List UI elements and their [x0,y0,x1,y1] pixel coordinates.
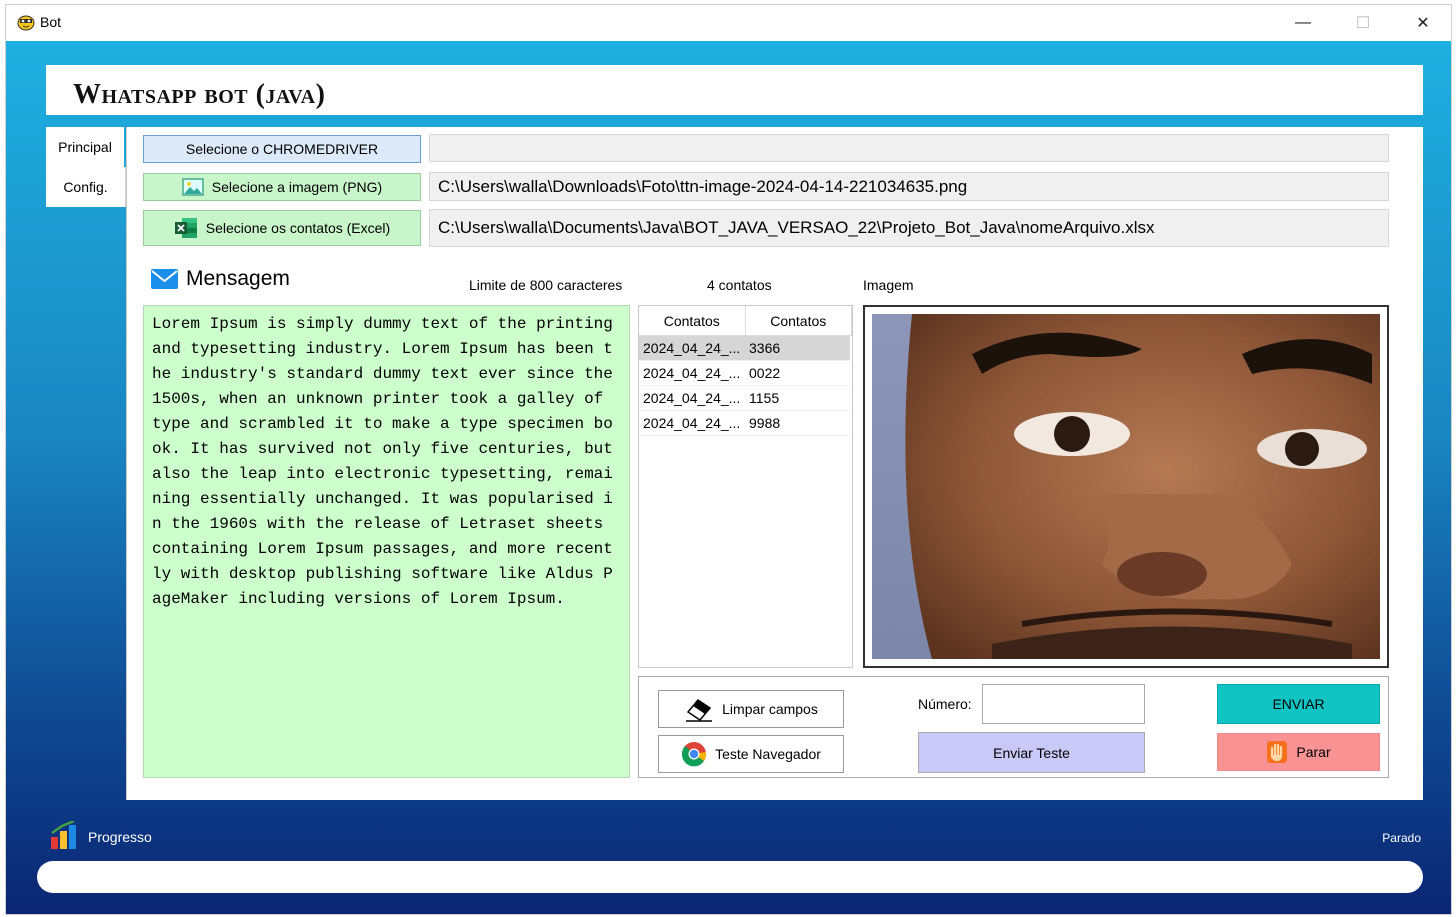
table-header: Contatos Contatos [639,306,852,336]
table-row[interactable]: 2024_04_24_... 9988 [639,411,850,436]
tab-strip: Principal Config. [46,127,126,207]
contact-name-cell: 2024_04_24_... [643,415,741,431]
number-label: Número: [918,696,972,712]
send-button[interactable]: ENVIAR [1217,684,1380,724]
message-label: Mensagem [186,267,290,290]
table-row[interactable]: 2024_04_24_... 3366 [639,336,850,361]
app-window: Bot — ☐ ✕ Whatsapp bot (java) Principal … [5,4,1452,915]
envelope-icon [151,269,178,289]
app-header: Whatsapp bot (java) [46,65,1423,121]
chromedriver-path-field[interactable] [429,134,1389,162]
tab-config[interactable]: Config. [46,167,126,207]
window-title: Bot [40,14,62,30]
test-browser-label: Teste Navegador [715,746,821,762]
status-label: Parado [1382,831,1421,845]
select-image-button[interactable]: Selecione a imagem (PNG) [143,173,421,201]
contact-number-cell: 1155 [749,390,780,406]
image-path-field[interactable]: C:\Users\walla\Downloads\Foto\ttn-image-… [429,172,1389,201]
progress-label: Progresso [88,829,152,845]
minimize-icon: — [1295,14,1311,31]
column-header[interactable]: Contatos [746,306,852,335]
char-limit-label: Limite de 800 caracteres [469,277,623,293]
select-image-label: Selecione a imagem (PNG) [211,179,383,195]
minimize-button[interactable]: — [1273,5,1333,41]
main-panel: Selecione o CHROMEDRIVER Selecione a ima… [126,127,1423,800]
table-row[interactable]: 2024_04_24_... 0022 [639,361,850,386]
maximize-button[interactable]: ☐ [1333,5,1393,41]
image-preview [863,305,1389,668]
contact-number-cell: 0022 [749,365,781,381]
excel-icon [174,218,197,238]
title-bar: Bot — ☐ ✕ [6,5,1451,41]
stop-label: Parar [1296,744,1331,760]
contacts-count-label: 4 contatos [707,277,772,293]
send-test-button[interactable]: Enviar Teste [918,732,1145,773]
image-label: Imagem [863,277,914,293]
stop-hand-icon [1267,741,1288,763]
progress-bar [37,861,1423,893]
progress-chart-icon [51,821,76,849]
column-header[interactable]: Contatos [639,306,746,335]
client-area: Whatsapp bot (java) Principal Config. Se… [6,41,1451,914]
contacts-table[interactable]: Contatos Contatos 2024_04_24_... 3366 202… [638,305,853,668]
stop-button[interactable]: Parar [1217,733,1380,771]
contact-number-cell: 3366 [749,340,781,356]
select-contacts-label: Selecione os contatos (Excel) [205,220,391,236]
clear-fields-button[interactable]: Limpar campos [658,690,844,728]
table-row[interactable]: 2024_04_24_... 1155 [639,386,850,411]
contact-number-cell: 9988 [749,415,781,431]
app-heading: Whatsapp bot (java) [73,79,326,110]
select-chromedriver-label: Selecione o CHROMEDRIVER [185,141,379,157]
contact-name-cell: 2024_04_24_... [643,365,741,381]
photo-preview [872,314,1380,659]
contacts-path-field[interactable]: C:\Users\walla\Documents\Java\BOT_JAVA_V… [429,209,1389,247]
select-chromedriver-button[interactable]: Selecione o CHROMEDRIVER [143,135,421,163]
message-heading: Mensagem [151,267,290,291]
test-browser-button[interactable]: Teste Navegador [658,735,844,773]
select-contacts-button[interactable]: Selecione os contatos (Excel) [143,210,421,246]
chrome-icon [682,742,707,767]
close-button[interactable]: ✕ [1393,5,1451,41]
close-icon: ✕ [1416,15,1430,32]
send-label: ENVIAR [1272,696,1325,712]
tab-principal[interactable]: Principal [46,127,126,167]
send-test-label: Enviar Teste [993,744,1070,761]
eraser-icon [686,699,713,722]
number-input[interactable] [982,684,1145,724]
actions-panel: Limpar campos Teste Navegador Número: En… [638,676,1389,778]
clear-fields-label: Limpar campos [722,701,818,717]
maximize-icon: ☐ [1355,15,1371,32]
contact-name-cell: 2024_04_24_... [643,340,741,356]
bot-app-icon [17,15,35,31]
contact-name-cell: 2024_04_24_... [643,390,741,406]
message-textarea[interactable]: Lorem Ipsum is simply dummy text of the … [143,305,630,778]
image-icon [182,178,204,196]
